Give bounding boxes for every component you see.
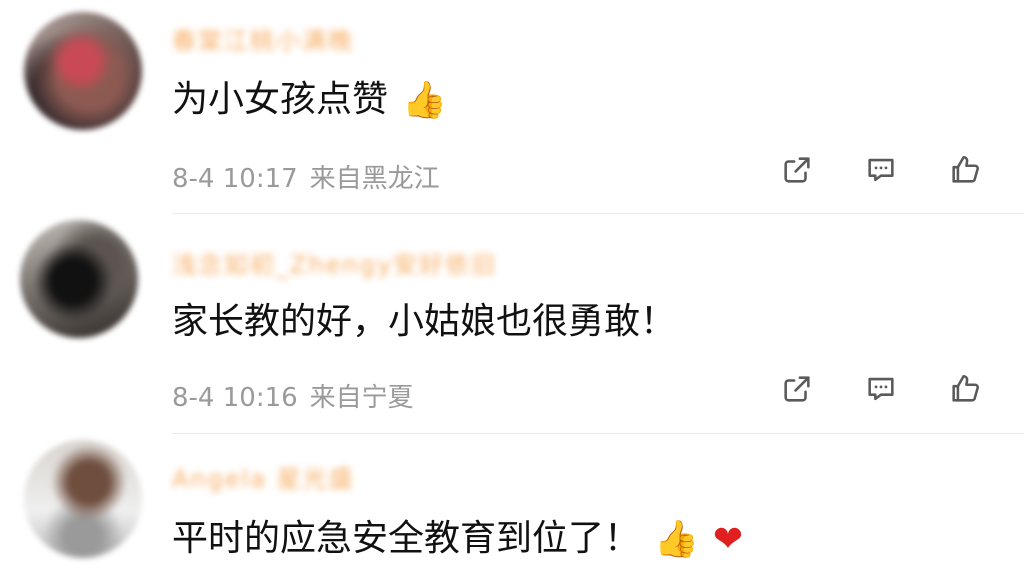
comment-source: 来自宁夏 xyxy=(309,383,414,413)
avatar[interactable] xyxy=(20,220,138,338)
comment-button[interactable] xyxy=(862,370,900,408)
share-icon xyxy=(784,376,810,402)
share-icon xyxy=(784,157,810,183)
comment-icon xyxy=(868,377,894,401)
like-button[interactable] xyxy=(946,151,984,189)
comment-source: 来自黑龙江 xyxy=(309,164,440,194)
comment-text: 家长教的好，小姑娘也很勇敢！ xyxy=(172,296,676,348)
comment-body: 平时的应急安全教育到位了！ xyxy=(172,518,641,559)
comment-text: 平时的应急安全教育到位了！ 👍 ❤ xyxy=(172,513,743,565)
comment-body: 为小女孩点赞 xyxy=(172,79,389,120)
comment-divider xyxy=(172,433,1024,434)
comment-time: 8-4 10:17 xyxy=(172,164,298,194)
share-button[interactable] xyxy=(778,370,816,408)
comment-username[interactable]: 春棠江桃小满晚 xyxy=(172,22,472,60)
thumbs-up-icon xyxy=(952,374,980,402)
avatar[interactable] xyxy=(24,12,142,130)
comment-button[interactable] xyxy=(862,151,900,189)
comment-actions xyxy=(778,370,984,410)
comment-username[interactable]: Angela 星光盛 xyxy=(172,460,412,498)
comment-time: 8-4 10:16 xyxy=(172,383,298,413)
comment-username[interactable]: 浅念如初_Zhengy安好依旧 xyxy=(172,246,652,284)
thumbs-up-emoji-icon: 👍 xyxy=(402,80,447,121)
comment-icon xyxy=(868,158,894,182)
like-button[interactable] xyxy=(946,370,984,408)
avatar[interactable] xyxy=(24,440,142,558)
thumbs-up-emoji-icon: 👍 xyxy=(654,519,699,560)
comment-text: 为小女孩点赞 👍 xyxy=(172,74,447,126)
share-button[interactable] xyxy=(778,151,816,189)
comment-body: 家长教的好，小姑娘也很勇敢！ xyxy=(172,301,677,342)
red-heart-emoji-icon: ❤ xyxy=(712,519,744,560)
comment-actions xyxy=(778,151,984,191)
comment-meta: 8-4 10:17 来自黑龙江 xyxy=(172,158,440,195)
comment-divider xyxy=(172,213,1024,214)
comment-meta: 8-4 10:16 来自宁夏 xyxy=(172,377,414,414)
thumbs-up-icon xyxy=(952,155,980,183)
